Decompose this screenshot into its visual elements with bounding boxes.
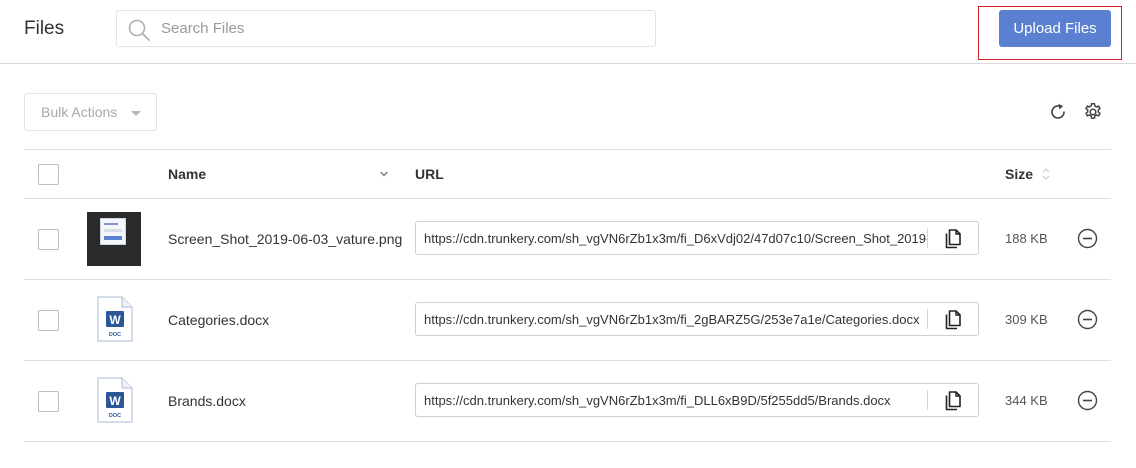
svg-text:DOC: DOC [109,413,121,419]
url-field[interactable] [415,221,979,255]
screenshot-thumbnail[interactable] [87,212,141,266]
copy-icon[interactable] [943,390,963,412]
sort-down-icon[interactable] [379,169,389,179]
bulk-actions-dropdown[interactable]: Bulk Actions [24,93,157,131]
word-doc-icon[interactable]: W DOC [97,296,133,342]
search-box[interactable] [116,10,656,47]
svg-text:W: W [109,313,121,327]
file-size: 309 KB [1005,312,1048,327]
sort-icon[interactable] [1042,166,1050,182]
svg-text:W: W [109,394,121,408]
bulk-actions-label: Bulk Actions [41,104,118,120]
top-bar: Files Upload Files [0,0,1136,64]
refresh-icon[interactable] [1048,102,1068,122]
remove-icon[interactable] [1077,390,1098,411]
copy-icon[interactable] [943,228,963,250]
column-header-name[interactable]: Name [168,166,206,182]
select-all-checkbox[interactable] [38,164,59,185]
file-size: 188 KB [1005,231,1048,246]
search-input[interactable] [161,11,641,46]
url-field[interactable] [415,383,979,417]
files-table: Name URL Size Screen_Shot_2019-06-03_vat… [24,149,1111,442]
search-icon [128,19,150,41]
table-row: W DOC Brands.docx 344 KB [24,361,1111,442]
file-size: 344 KB [1005,393,1048,408]
remove-icon[interactable] [1077,309,1098,330]
column-header-size[interactable]: Size [1005,166,1033,182]
page-title: Files [24,18,65,39]
column-header-url: URL [415,166,444,182]
upload-files-button[interactable]: Upload Files [999,10,1111,47]
url-input[interactable] [416,303,928,335]
gear-icon[interactable] [1083,102,1103,122]
file-name[interactable]: Brands.docx [168,393,246,409]
copy-icon[interactable] [943,309,963,331]
url-input[interactable] [416,384,928,416]
table-row: Screen_Shot_2019-06-03_vature.png 188 KB [24,199,1111,280]
table-header: Name URL Size [24,149,1111,199]
file-name[interactable]: Categories.docx [168,312,269,328]
row-checkbox[interactable] [38,391,59,412]
chevron-down-icon [131,111,141,116]
file-name[interactable]: Screen_Shot_2019-06-03_vature.png [168,231,402,247]
url-input[interactable] [416,222,928,254]
row-checkbox[interactable] [38,229,59,250]
url-field[interactable] [415,302,979,336]
table-row: W DOC Categories.docx 309 KB [24,280,1111,361]
word-doc-icon[interactable]: W DOC [97,377,133,423]
row-checkbox[interactable] [38,310,59,331]
remove-icon[interactable] [1077,228,1098,249]
svg-text:DOC: DOC [109,332,121,338]
